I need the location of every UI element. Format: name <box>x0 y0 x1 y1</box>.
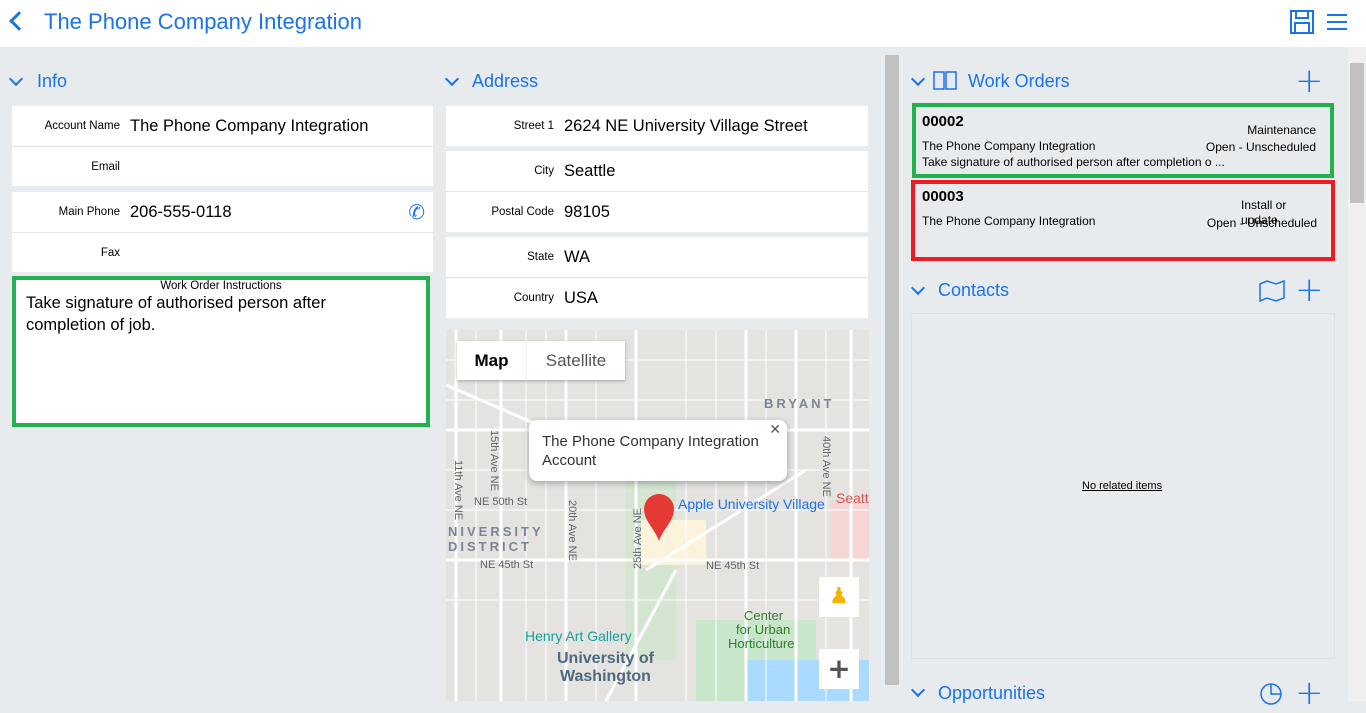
field-value: Seattle <box>564 161 616 180</box>
map-label: University of <box>557 650 654 667</box>
work-order-item[interactable]: 00002 Maintenance The Phone Company Inte… <box>912 103 1334 178</box>
map-label: NE 45th St <box>706 560 760 572</box>
no-related-items-link[interactable]: No related items <box>1082 480 1162 492</box>
field-value: WA <box>564 247 590 266</box>
map-label: Apple University Village <box>678 496 825 512</box>
instructions-label: Work Order Instructions <box>160 280 282 292</box>
map-label: 40th Ave NE <box>820 436 832 497</box>
map-info-popup: The Phone Company Integration Account ✕ <box>529 420 787 481</box>
map-label: 15th Ave NE <box>488 430 500 491</box>
work-order-status: Open - Unscheduled <box>1206 216 1317 230</box>
field-label: Account Name <box>44 120 120 132</box>
info-fields: Account Name The Phone Company Integratio… <box>12 106 433 272</box>
address-fields: Street 1 2624 NE University Village Stree… <box>446 106 868 318</box>
contacts-map-icon[interactable] <box>1259 280 1285 302</box>
work-order-description: Take signature of authorised person afte… <box>922 155 1225 169</box>
add-opportunity-button[interactable]: + <box>1295 676 1324 710</box>
city-field[interactable]: City Seattle <box>446 151 868 191</box>
opportunities-collapse-icon[interactable] <box>910 682 926 698</box>
fax-field[interactable]: Fax <box>12 232 433 272</box>
address-section-title: Address <box>472 71 539 91</box>
main-scrollbar[interactable] <box>884 47 900 701</box>
map-pin-icon[interactable] <box>643 493 675 543</box>
work-order-status: Open - Unscheduled <box>1205 140 1316 154</box>
map-tab[interactable]: Map <box>457 341 526 380</box>
map-label: 11th Ave NE <box>452 460 464 521</box>
field-label: State <box>527 251 554 263</box>
instructions-text: Take signature of authorised person afte… <box>26 294 326 334</box>
field-label: Email <box>91 160 120 173</box>
add-work-order-button[interactable]: + <box>1295 64 1324 98</box>
work-order-instructions-field[interactable]: Work Order Instructions Take signature o… <box>12 276 430 427</box>
contacts-collapse-icon[interactable] <box>910 280 926 296</box>
header-bar: The Phone Company Integration <box>0 0 1366 47</box>
map-label: Horticulture <box>728 636 795 651</box>
field-value: 2624 NE University Village Street <box>564 116 808 135</box>
state-field[interactable]: State WA <box>446 237 868 277</box>
main-phone-field[interactable]: Main Phone 206-555-0118 ✆ <box>12 192 433 232</box>
satellite-tab[interactable]: Satellite <box>526 341 625 380</box>
map-label: DISTRICT <box>448 539 532 554</box>
map[interactable]: Map Satellite BRYANT NE 50th St NIVERSIT… <box>446 330 869 701</box>
popup-text: The Phone Company Integration Account <box>542 433 759 469</box>
map-label: for Urban <box>736 622 791 637</box>
info-section-title: Info <box>37 71 68 91</box>
back-icon[interactable] <box>9 11 29 31</box>
page-title: The Phone Company Integration <box>44 9 362 34</box>
field-label: Street 1 <box>513 120 554 132</box>
field-label: Fax <box>100 246 120 259</box>
map-label: NE 50th St <box>474 496 528 508</box>
menu-icon[interactable] <box>1327 13 1347 31</box>
field-value: 98105 <box>564 202 610 221</box>
map-label: Henry Art Gallery <box>525 628 632 644</box>
map-label: NIVERSITY <box>448 524 544 539</box>
work-order-type: Maintenance <box>1247 123 1316 137</box>
field-label: City <box>534 165 554 177</box>
save-icon[interactable] <box>1290 10 1314 34</box>
address-collapse-icon[interactable] <box>444 71 460 87</box>
work-orders-collapse-icon[interactable] <box>910 71 926 87</box>
opportunities-chart-icon[interactable] <box>1259 682 1283 706</box>
country-field[interactable]: Country USA <box>446 277 868 318</box>
field-label: Country <box>513 292 554 304</box>
info-collapse-icon[interactable] <box>8 71 24 87</box>
add-contact-button[interactable]: + <box>1295 273 1324 307</box>
street-view-pegman-icon[interactable]: ♟ <box>819 577 859 617</box>
map-label: BRYANT <box>764 396 835 411</box>
field-label: Main Phone <box>58 206 120 218</box>
phone-call-icon[interactable]: ✆ <box>408 200 425 224</box>
email-field[interactable]: Email <box>12 146 433 186</box>
close-icon[interactable]: ✕ <box>769 420 781 439</box>
right-scrollbar[interactable] <box>1348 47 1366 701</box>
map-type-control: Map Satellite <box>457 341 625 380</box>
map-label: 20th Ave NE <box>566 500 578 561</box>
account-name-field[interactable]: Account Name The Phone Company Integratio… <box>12 106 433 146</box>
zoom-in-button[interactable]: + <box>819 649 859 689</box>
map-label: Center <box>744 608 784 623</box>
field-value: The Phone Company Integration <box>130 116 369 135</box>
field-value: USA <box>564 288 598 307</box>
map-label: Seatt <box>836 490 869 506</box>
work-orders-book-icon <box>933 71 957 90</box>
field-value: 206-555-0118 <box>130 202 232 221</box>
map-label: Washington <box>560 668 651 685</box>
postal-code-field[interactable]: Postal Code 98105 <box>446 191 868 232</box>
contacts-title: Contacts <box>938 280 1010 300</box>
street-field[interactable]: Street 1 2624 NE University Village Stree… <box>446 106 868 146</box>
map-label: NE 45th St <box>480 559 534 571</box>
field-label: Postal Code <box>491 206 554 218</box>
work-orders-title: Work Orders <box>968 71 1070 91</box>
work-order-item[interactable]: 00003 Install or update The Phone Compan… <box>911 180 1335 261</box>
